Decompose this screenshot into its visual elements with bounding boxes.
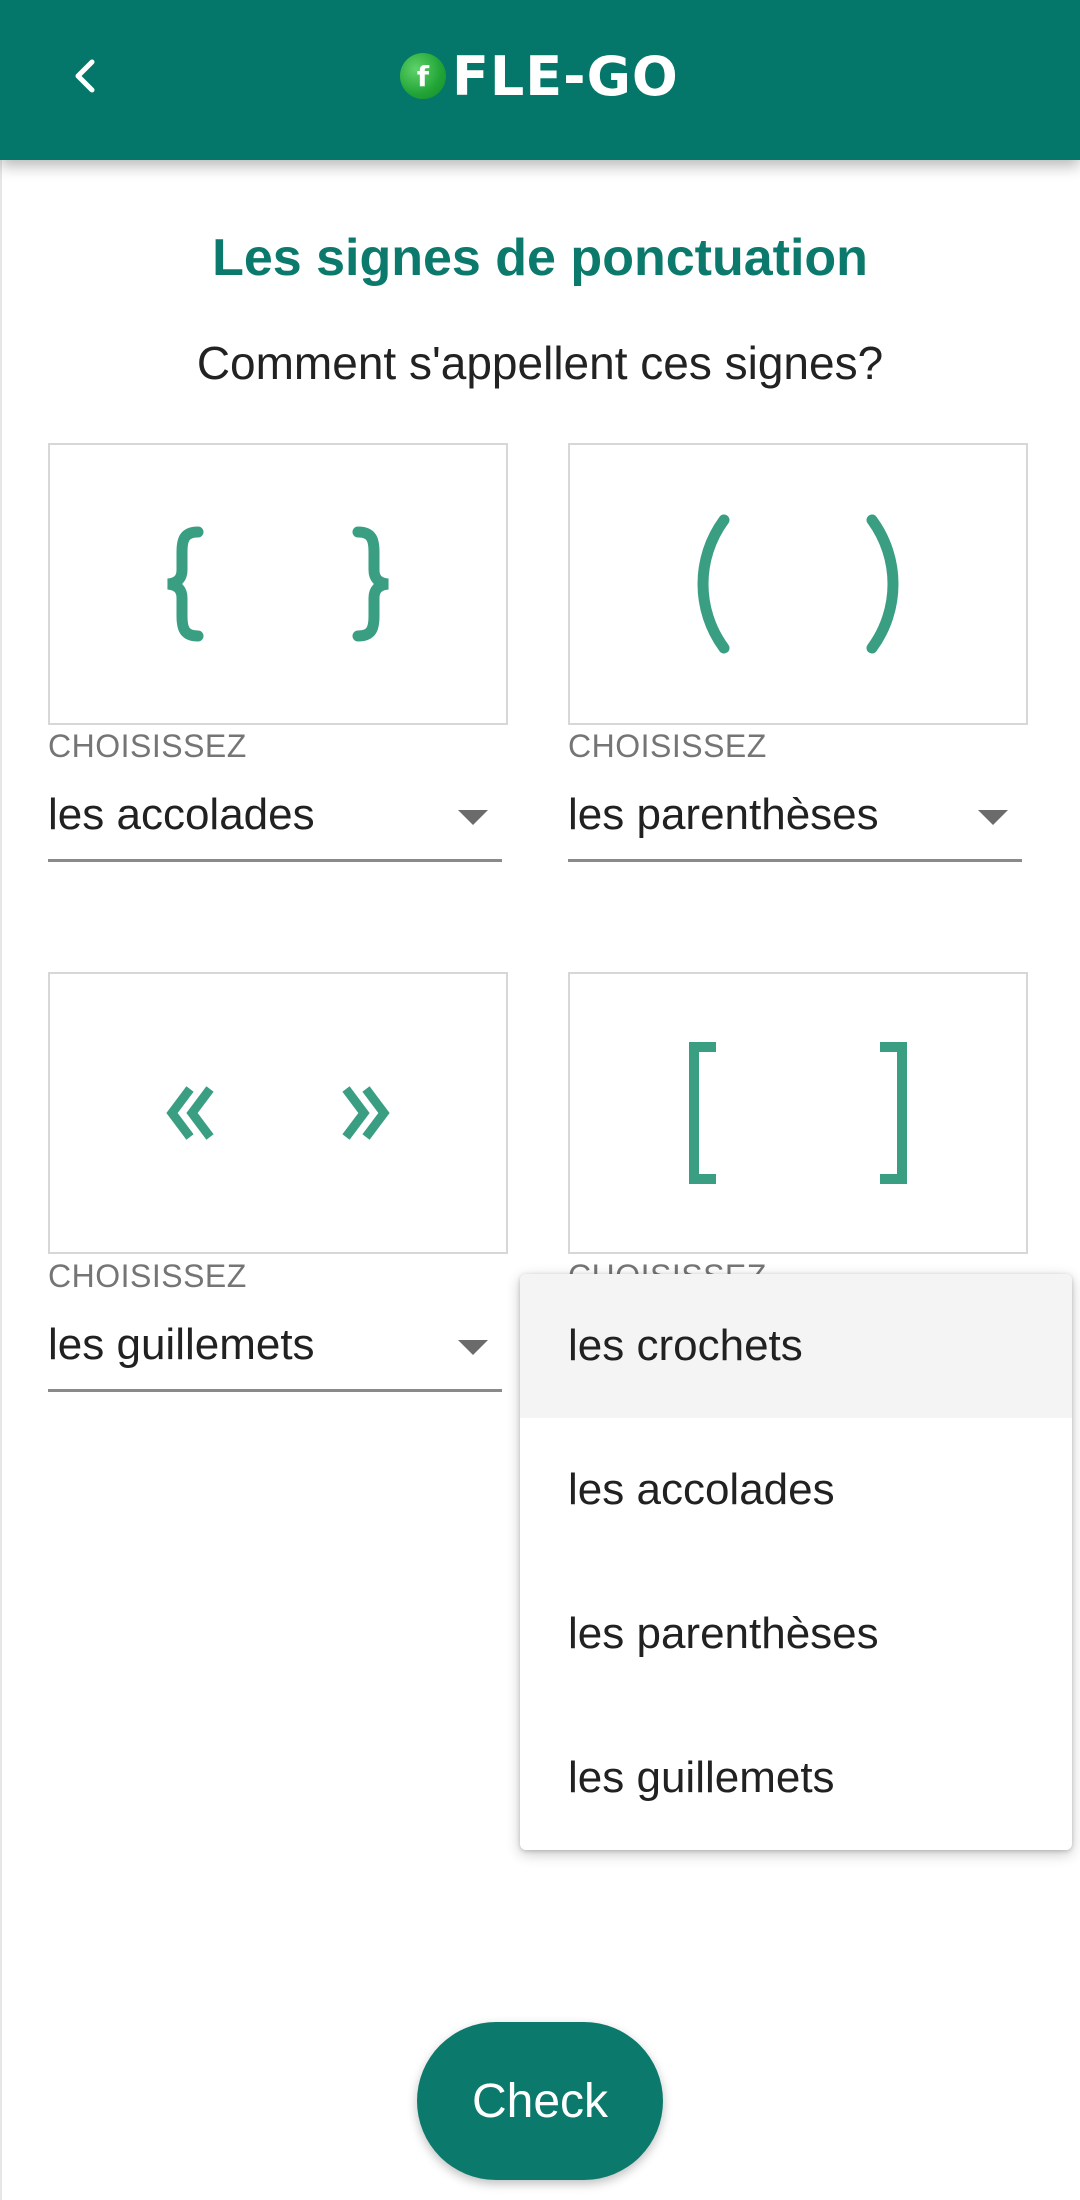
- guillemets-icon: [166, 1086, 390, 1140]
- answer-select-3-value: les guillemets: [48, 1320, 315, 1369]
- dropdown-option[interactable]: les parenthèses: [520, 1562, 1072, 1706]
- back-button[interactable]: [56, 46, 116, 106]
- dropdown-option[interactable]: les guillemets: [520, 1706, 1072, 1850]
- dropdown-arrow-icon: [978, 810, 1008, 825]
- answer-select-3[interactable]: les guillemets: [48, 1310, 502, 1392]
- choose-label-2: CHOISISSEZ: [568, 728, 767, 764]
- dropdown-menu: les crochets les accolades les parenthès…: [520, 1274, 1072, 1850]
- dropdown-arrow-icon: [458, 810, 488, 825]
- answer-select-1-value: les accolades: [48, 790, 315, 839]
- dropdown-option[interactable]: les accolades: [520, 1418, 1072, 1562]
- page-subtitle: Comment s'appellent ces signes?: [196, 337, 884, 389]
- answer-select-2[interactable]: les parenthèses: [568, 780, 1022, 862]
- dropdown-option[interactable]: les crochets: [520, 1274, 1072, 1418]
- dropdown-arrow-icon: [458, 1340, 488, 1355]
- square-brackets-icon: [689, 1042, 907, 1184]
- logo-text: FLE-GO: [452, 44, 679, 108]
- check-button-label: Check: [471, 2074, 609, 2128]
- parentheses-icon: [697, 514, 899, 654]
- dropdown-option-label: les accolades: [568, 1465, 835, 1514]
- choose-label-3: CHOISISSEZ: [48, 1258, 247, 1294]
- curly-braces-icon: [167, 526, 389, 642]
- app-logo: f FLE-GO: [400, 44, 679, 108]
- page-edge: [0, 160, 2, 2200]
- dropdown-option-label: les guillemets: [568, 1753, 835, 1802]
- image-guillemets: [48, 972, 508, 1254]
- image-curly-braces: [48, 443, 508, 725]
- app-bar: f FLE-GO: [0, 0, 1080, 160]
- image-square-brackets: [568, 972, 1028, 1254]
- page-title: Les signes de ponctuation: [212, 229, 868, 287]
- chevron-left-icon: [75, 59, 95, 93]
- choose-label-1: CHOISISSEZ: [48, 728, 247, 764]
- check-button[interactable]: Check: [417, 2022, 663, 2180]
- dropdown-option-label: les crochets: [568, 1321, 803, 1370]
- logo-badge-icon: f: [400, 53, 446, 99]
- answer-select-2-value: les parenthèses: [568, 790, 879, 839]
- dropdown-option-label: les parenthèses: [568, 1609, 879, 1658]
- image-parentheses: [568, 443, 1028, 725]
- answer-select-1[interactable]: les accolades: [48, 780, 502, 862]
